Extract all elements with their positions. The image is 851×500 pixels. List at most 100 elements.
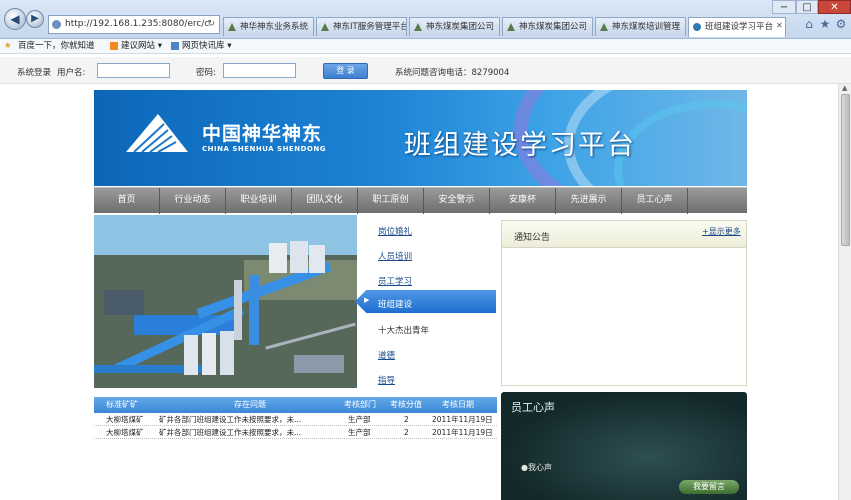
cell-date: 2011年11月19日	[432, 415, 493, 424]
cell-mine: 大柳塔煤矿	[106, 428, 144, 437]
scroll-up-icon[interactable]: ▲	[842, 84, 847, 92]
username-label: 用户名:	[57, 68, 86, 78]
refresh-icon[interactable]: ↻	[207, 16, 215, 33]
coal-plant-photo	[94, 215, 357, 388]
cell-dept: 生产部	[348, 415, 371, 424]
address-text: http://192.168.1.235:8080/erc/c	[65, 19, 210, 29]
logo-chinese-text: 中国神华神东	[202, 123, 323, 145]
tab-6-active[interactable]: 班组建设学习平台	[688, 17, 786, 37]
site-banner: 中国神华神东 CHINA SHENHUA SHENDONG 班组建设学习平台	[94, 90, 747, 186]
col-header-mine: 标准矿矿	[106, 400, 138, 409]
tab-icon	[321, 23, 329, 31]
cell-mine: 大柳塔煤矿	[106, 415, 144, 424]
nav-ankang-cup[interactable]: 安康杯	[490, 188, 556, 214]
mid-menu-item-6[interactable]: 道德	[378, 349, 395, 361]
maximize-button[interactable]: □	[796, 0, 818, 14]
tab-2[interactable]: 神东IT服务管理平台	[316, 17, 407, 36]
nav-staff-voice[interactable]: 员工心声	[622, 188, 688, 214]
mid-menu-item-3[interactable]: 员工学习	[378, 275, 412, 287]
tab-icon	[693, 23, 701, 31]
forward-icon[interactable]: ▶	[26, 10, 44, 28]
favorites-bar: ★ 百度一下，你就知道 建议网站 ▾ 网页快讯库 ▾	[0, 39, 851, 54]
password-label: 密码:	[196, 68, 216, 78]
nav-advanced-showcase[interactable]: 先进展示	[556, 188, 622, 214]
favorites-star-icon[interactable]: ★	[4, 39, 12, 53]
settings-gear-icon[interactable]: ⚙	[834, 17, 848, 31]
tab-1[interactable]: 神华神东业务系统	[223, 17, 314, 36]
login-title: 系统登录	[17, 68, 52, 78]
cell-score: 2	[404, 428, 409, 437]
login-bar: 系统登录 用户名: 密码: 登 录 系统问题咨询电话：8279004	[0, 57, 851, 84]
staff-voice-panel: 员工心声 ●我心声 我要留言	[501, 392, 747, 500]
col-header-score: 考核分值	[390, 400, 422, 409]
notice-header: 通知公告 +显示更多	[502, 221, 746, 248]
mid-menu-item-2[interactable]: 人员培训	[378, 250, 412, 262]
cell-date: 2011年11月19日	[432, 428, 493, 437]
leave-message-button[interactable]: 我要留言	[679, 480, 739, 494]
notice-more-link[interactable]: +显示更多	[702, 226, 741, 237]
tab-close-icon[interactable]: ✕	[776, 21, 783, 30]
mid-menu-item-1[interactable]: 岗位婚礼	[378, 225, 412, 237]
tab-icon	[228, 23, 236, 31]
minimize-button[interactable]: −	[772, 0, 796, 14]
login-button[interactable]: 登 录	[323, 63, 368, 79]
vertical-scrollbar[interactable]: ▲	[838, 84, 851, 500]
password-input[interactable]	[223, 63, 296, 78]
back-icon[interactable]: ◀	[4, 8, 26, 30]
nav-industry-news[interactable]: 行业动态	[160, 188, 226, 214]
tab-label: 神东IT服务管理平台	[333, 22, 407, 32]
tab-label: 神东煤炭集团公司	[519, 22, 588, 32]
mid-menu-active-bg	[355, 290, 496, 313]
tab-label: 神东煤炭培训管理	[612, 22, 681, 32]
nav-staff-original[interactable]: 职工原创	[358, 188, 424, 214]
shenhua-logo-icon	[126, 114, 188, 153]
home-icon[interactable]: ⌂	[802, 17, 816, 31]
nav-home[interactable]: 首页	[94, 188, 160, 214]
logo-english-text: CHINA SHENHUA SHENDONG	[202, 145, 326, 153]
suggested-sites-icon	[110, 42, 118, 50]
main-nav: 首页 行业动态 职业培训 团队文化 职工原创 安全警示 安康杯 先进展示 员工心…	[94, 187, 747, 214]
nav-safety-warning[interactable]: 安全警示	[424, 188, 490, 214]
tab-icon	[414, 23, 422, 31]
nav-training[interactable]: 职业培训	[226, 188, 292, 214]
helpdesk-text: 系统问题咨询电话：8279004	[395, 68, 510, 78]
platform-title: 班组建设学习平台	[404, 130, 636, 161]
tab-label: 班组建设学习平台	[705, 22, 774, 32]
table-row[interactable]: 大柳塔煤矿 矿井各部门班组建设工作未按照要求，未... 生产部 2 2011年1…	[94, 414, 497, 426]
close-button[interactable]: ✕	[818, 0, 851, 14]
tab-4[interactable]: 神东煤炭集团公司	[502, 17, 593, 36]
table-row[interactable]: 大柳塔煤矿 矿井各部门班组建设工作未按照要求，未... 生产部 2 2011年1…	[94, 427, 497, 439]
address-bar[interactable]: http://192.168.1.235:8080/erc/c ↻	[48, 15, 220, 34]
staff-voice-item[interactable]: ●我心声	[521, 462, 552, 473]
favorite-web-slice[interactable]: 网页快讯库 ▾	[182, 39, 231, 53]
cell-dept: 生产部	[348, 428, 371, 437]
tab-3[interactable]: 神东煤炭集团公司	[409, 17, 500, 36]
notice-panel: 通知公告 +显示更多	[501, 220, 747, 386]
mid-menu-item-5[interactable]: 十大杰出青年	[378, 324, 429, 336]
tab-label: 神东煤炭集团公司	[426, 22, 495, 32]
favorite-baidu[interactable]: 百度一下，你就知道	[18, 39, 95, 53]
cell-score: 2	[404, 415, 409, 424]
staff-voice-title: 员工心声	[511, 401, 555, 414]
tab-icon	[600, 23, 608, 31]
col-header-issue: 存在问题	[234, 400, 266, 409]
favorites-star-icon[interactable]: ★	[818, 17, 832, 31]
plant-illustration	[94, 215, 357, 388]
browser-chrome: ◀ ▶ http://192.168.1.235:8080/erc/c ↻ 神华…	[0, 0, 851, 39]
mid-menu-item-4-active[interactable]: 班组建设	[378, 298, 412, 310]
site-icon	[52, 20, 61, 29]
nav-team-culture[interactable]: 团队文化	[292, 188, 358, 214]
tab-5[interactable]: 神东煤炭培训管理	[595, 17, 686, 36]
mid-menu-item-7[interactable]: 指导	[378, 374, 395, 386]
cell-issue: 矿井各部门班组建设工作未按照要求，未...	[159, 415, 302, 424]
username-input[interactable]	[97, 63, 170, 78]
assessment-table: 标准矿矿 存在问题 考核部门 考核分值 考核日期 大柳塔煤矿 矿井各部门班组建设…	[94, 397, 497, 441]
cell-issue: 矿井各部门班组建设工作未按照要求，未...	[159, 428, 302, 437]
col-header-dept: 考核部门	[344, 400, 376, 409]
table-header: 标准矿矿 存在问题 考核部门 考核分值 考核日期	[94, 397, 497, 413]
col-header-date: 考核日期	[442, 400, 474, 409]
active-arrow-icon: ▶	[364, 296, 370, 304]
scrollbar-thumb[interactable]	[841, 94, 850, 246]
tab-label: 神华神东业务系统	[240, 22, 309, 32]
favorite-suggested[interactable]: 建议网站 ▾	[121, 39, 162, 53]
